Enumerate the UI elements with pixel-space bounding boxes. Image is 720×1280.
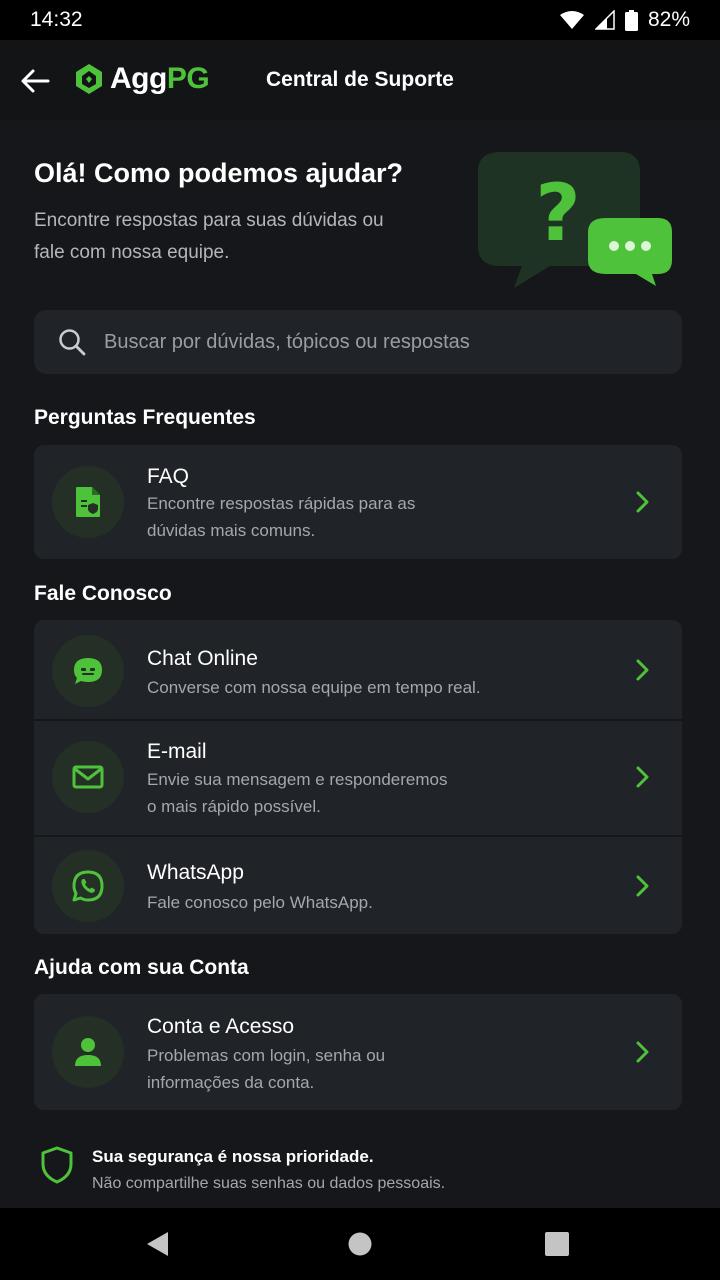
- logo-text: AggPG: [110, 62, 210, 95]
- mail-icon: [72, 765, 104, 789]
- search-input[interactable]: [104, 330, 644, 354]
- support-chat-illustration: ?: [478, 152, 672, 288]
- account-access-title: Conta e Acesso: [147, 1015, 295, 1038]
- account-access-item[interactable]: Conta e Acesso Problemas com login, senh…: [34, 994, 682, 1110]
- chevron-right-icon: [636, 1041, 649, 1063]
- section-title-contact: Fale Conosco: [34, 582, 172, 605]
- hero-subtitle: Encontre respostas para suas dúvidas ou …: [34, 210, 384, 263]
- chat-online-title: Chat Online: [147, 647, 258, 670]
- battery-icon: [624, 9, 638, 31]
- app-header: AggPG Central de Suporte: [0, 40, 720, 120]
- user-icon-circle: [52, 1016, 124, 1088]
- svg-text:?: ?: [535, 169, 580, 259]
- whatsapp-item[interactable]: WhatsApp Fale conosco pelo WhatsApp.: [34, 835, 682, 934]
- search-icon: [59, 329, 86, 356]
- back-arrow-icon[interactable]: [18, 64, 52, 98]
- signal-icon: [594, 10, 615, 30]
- account-access-description: Problemas com login, senha ou informaçõe…: [147, 1046, 386, 1092]
- chat-online-item[interactable]: Chat Online Converse com nossa equipe em…: [34, 620, 682, 719]
- chevron-right-icon: [636, 766, 649, 788]
- wifi-icon: [559, 11, 584, 29]
- whatsapp-description: Fale conosco pelo WhatsApp.: [147, 893, 373, 912]
- chat-icon: [74, 658, 102, 684]
- faq-card: FAQ Encontre respostas rápidas para as d…: [34, 445, 682, 559]
- system-nav-bar: [0, 1208, 720, 1280]
- nav-recents-icon[interactable]: [544, 1230, 570, 1258]
- document-icon: [76, 487, 100, 517]
- battery-level: 82%: [647, 8, 690, 31]
- page-title: Central de Suporte: [266, 68, 454, 91]
- security-subtitle: Não compartilhe suas senhas ou dados pes…: [92, 1175, 446, 1192]
- status-time: 14:32: [30, 8, 83, 31]
- faq-item[interactable]: FAQ Encontre respostas rápidas para as d…: [34, 445, 682, 559]
- contact-card: Chat Online Converse com nossa equipe em…: [34, 620, 682, 934]
- chevron-right-icon: [636, 659, 649, 681]
- hero-title: Olá! Como podemos ajudar?: [34, 158, 404, 188]
- section-title-account: Ajuda com sua Conta: [34, 956, 249, 979]
- mail-icon-circle: [52, 741, 124, 813]
- user-icon: [75, 1038, 101, 1066]
- whatsapp-icon-circle: [52, 850, 124, 922]
- faq-icon-circle: [52, 466, 124, 538]
- chat-icon-circle: [52, 635, 124, 707]
- whatsapp-title: WhatsApp: [147, 861, 244, 884]
- whatsapp-icon: [72, 870, 104, 902]
- app-logo: AggPG: [74, 62, 210, 96]
- status-icons: 82%: [559, 8, 690, 32]
- email-item[interactable]: E-mail Envie sua mensagem e responderemo…: [34, 719, 682, 835]
- nav-home-icon[interactable]: [347, 1230, 373, 1258]
- status-bar: 14:32 82%: [0, 0, 720, 40]
- search-bar[interactable]: [34, 310, 682, 374]
- security-title: Sua segurança é nossa prioridade.: [92, 1147, 374, 1166]
- chat-online-description: Converse com nossa equipe em tempo real.: [147, 678, 481, 697]
- faq-title: FAQ: [147, 465, 190, 488]
- logo-mark-icon: [76, 64, 102, 94]
- chevron-right-icon: [636, 491, 649, 513]
- email-description: Envie sua mensagem e responderemos o mai…: [147, 770, 448, 816]
- section-title-faq: Perguntas Frequentes: [34, 406, 256, 429]
- chevron-right-icon: [636, 875, 649, 897]
- email-title: E-mail: [147, 740, 207, 763]
- shield-icon: [41, 1146, 73, 1184]
- account-card: Conta e Acesso Problemas com login, senh…: [34, 994, 682, 1110]
- nav-back-icon[interactable]: [144, 1230, 170, 1258]
- faq-description: Encontre respostas rápidas para as dúvid…: [147, 494, 416, 540]
